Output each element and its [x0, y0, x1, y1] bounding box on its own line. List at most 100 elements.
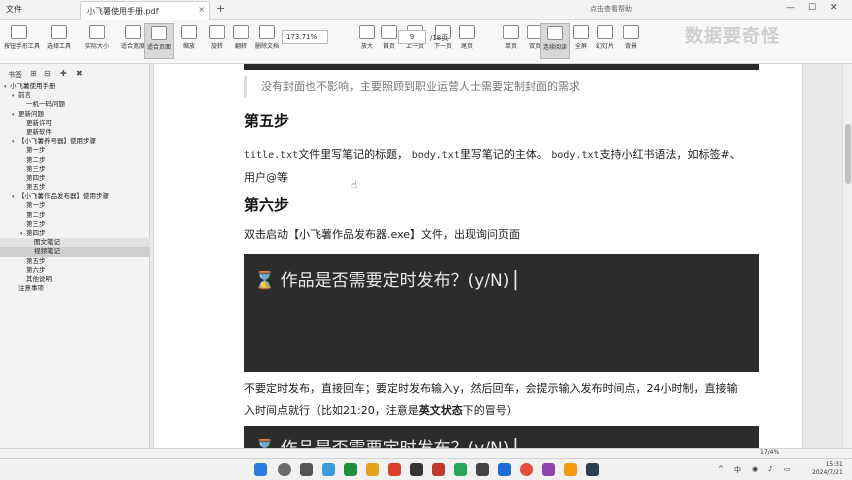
bookmark-item[interactable]: 第四步 [0, 174, 150, 183]
bookmark-item[interactable]: 更新软件 [0, 128, 150, 137]
select-button[interactable]: 选择工具 [44, 23, 74, 50]
actual-size-button[interactable]: 实际大小 [82, 23, 112, 50]
delete-button[interactable]: 删除文档 [252, 23, 282, 50]
hand-button[interactable]: 按钮手形工具 [4, 23, 40, 50]
browser-icon[interactable] [498, 463, 511, 476]
toolbar-label: 删除文档 [254, 43, 279, 50]
heading-step5: 第五步 [244, 112, 290, 130]
title-bar: 文件 小飞薯使用手册.pdf × + 点击查看帮助 — ☐ ✕ [0, 0, 852, 20]
last-page-button[interactable]: 尾页 [452, 23, 482, 50]
chrome-icon[interactable] [520, 463, 533, 476]
bookmark-item[interactable]: 第三步 [0, 220, 150, 229]
bookmark-item[interactable]: ▾ 更新问题 [0, 110, 150, 119]
bookmark-item[interactable]: ▾ 第四步 [0, 229, 150, 238]
toolbar-label: 尾页 [460, 43, 473, 50]
close-tab-icon[interactable]: × [198, 5, 205, 14]
delete-icon [259, 25, 275, 39]
toolbar-label: 选择工具 [46, 43, 71, 50]
bookmark-item[interactable]: 视频笔记 [0, 247, 150, 257]
bookmark-item[interactable]: 第一步 [0, 146, 150, 155]
bookmark-item[interactable]: 更新许可 [0, 119, 150, 128]
bookmark-label: 第三步 [26, 164, 46, 173]
bookmark-item[interactable]: ▾ 小飞薯使用手册 [0, 82, 150, 91]
close-window-icon[interactable]: ✕ [830, 3, 838, 13]
bookmark-item[interactable]: ▾ 前言 [0, 91, 150, 100]
input-language[interactable]: 中 [734, 465, 741, 475]
bookmark-item[interactable]: 其他说明 [0, 275, 150, 284]
inline-code: body.txt [411, 150, 460, 161]
document-tab[interactable]: 小飞薯使用手册.pdf × [80, 1, 210, 20]
bookmark-item[interactable]: 第五步 [0, 183, 150, 192]
store-icon[interactable] [388, 463, 401, 476]
collapse-icon[interactable]: ⊟ [44, 69, 51, 78]
bookmark-label: 小飞薯使用手册 [10, 82, 56, 90]
edge-icon[interactable] [344, 463, 357, 476]
widgets-icon[interactable] [322, 463, 335, 476]
zoom-input[interactable]: 173.71% [282, 30, 328, 44]
system-clock[interactable]: 15:31 2024/7/21 [812, 461, 843, 477]
toolbar-label: 缩放 [182, 43, 195, 50]
pdf-app-icon[interactable] [432, 463, 445, 476]
bookmark-item[interactable]: 第三步 [0, 165, 150, 174]
hand-icon [11, 25, 27, 39]
wechat-icon[interactable] [454, 463, 467, 476]
bookmark-label: 更新许可 [26, 118, 52, 127]
app-icon-2[interactable] [542, 463, 555, 476]
battery-icon[interactable]: ▭ [784, 465, 791, 473]
scrollbar-thumb[interactable] [845, 124, 851, 184]
bookmark-item[interactable]: 注意事项 [0, 284, 150, 293]
network-icon[interactable]: ◉ [752, 465, 758, 473]
file-menu[interactable]: 文件 [6, 4, 22, 15]
bookmark-label: 更新软件 [26, 127, 52, 136]
windows-start-icon[interactable] [254, 463, 267, 476]
zoom-button[interactable]: 缩放 [174, 23, 204, 50]
file-explorer-icon[interactable] [366, 463, 379, 476]
bookmark-item[interactable]: 第六步 [0, 266, 150, 275]
bookmark-item[interactable]: 第二步 [0, 211, 150, 220]
paragraph-step5: title.txt文件里写笔记的标题， body.txt里写笔记的主体。 bod… [244, 144, 764, 189]
bookmark-label: 【小飞薯养号器】使用步骤 [18, 137, 96, 146]
bookmark-item[interactable]: 第五步 [0, 257, 150, 266]
heading-step6: 第六步 [244, 196, 290, 214]
bookmark-label: 第三步 [26, 219, 46, 228]
text: 文件里写笔记的标题， [298, 148, 409, 161]
task-view-icon[interactable] [300, 463, 313, 476]
maximize-icon[interactable]: ☐ [808, 3, 816, 13]
volume-icon[interactable]: ♪ [768, 465, 772, 473]
text: 下的冒号） [462, 404, 518, 417]
add-bookmark-icon[interactable]: ✚ [60, 69, 67, 78]
expand-icon[interactable]: ⊞ [30, 69, 37, 78]
help-search[interactable]: 点击查看帮助 [590, 4, 632, 14]
bookmark-label: 第四步 [26, 173, 46, 182]
minimize-icon[interactable]: — [786, 3, 795, 13]
fit-page-button[interactable]: 适合页面 [144, 23, 174, 59]
bookmark-item[interactable]: 第二步 [0, 156, 150, 165]
bookmark-item[interactable]: 第一步 [0, 201, 150, 210]
bookmark-item[interactable]: ▾ 【小飞薯作品发布器】使用步骤 [0, 192, 150, 201]
bookmark-tab[interactable]: 书签 [8, 70, 22, 80]
background-button[interactable]: 背景 [616, 23, 646, 50]
tray-expand-icon[interactable]: ^ [718, 465, 724, 473]
bookmark-label: 视频笔记 [34, 247, 60, 256]
text: 入时间点就行（比如21:20，注意是 [244, 404, 419, 417]
app-icon-3[interactable] [564, 463, 577, 476]
bookmark-item[interactable]: 图文笔记 [0, 238, 150, 248]
app-icon[interactable] [410, 463, 423, 476]
bookmark-label: 【小飞薯作品发布器】使用步骤 [18, 192, 109, 201]
page-number-input[interactable]: 9 [398, 30, 426, 44]
delete-bookmark-icon[interactable]: ✖ [76, 69, 83, 78]
vertical-scrollbar[interactable] [842, 64, 852, 458]
bookmark-item[interactable]: ▾ 【小飞薯养号器】使用步骤 [0, 137, 150, 146]
new-tab-icon[interactable]: + [216, 2, 225, 15]
pdf-page: 没有封面也不影响，主要照顾到职业运营人士需要定制封面的需求 第五步 title.… [153, 64, 803, 458]
fit-page-icon [151, 26, 167, 40]
document-viewport[interactable]: 没有封面也不影响，主要照顾到职业运营人士需要定制封面的需求 第五步 title.… [151, 64, 842, 458]
terminal-icon[interactable] [476, 463, 489, 476]
app-icon-4[interactable] [586, 463, 599, 476]
paragraph-step6: 双击启动【小飞薯作品发布器.exe】文件，出现询问页面 [244, 228, 521, 241]
blockquote: 没有封面也不影响，主要照顾到职业运营人士需要定制封面的需求 [244, 76, 759, 98]
toolbar-label: 背景 [624, 43, 637, 50]
document-tab-title: 小飞薯使用手册.pdf [87, 7, 159, 16]
search-icon[interactable] [278, 463, 291, 476]
bookmark-item[interactable]: 一机一码问题 [0, 100, 150, 109]
